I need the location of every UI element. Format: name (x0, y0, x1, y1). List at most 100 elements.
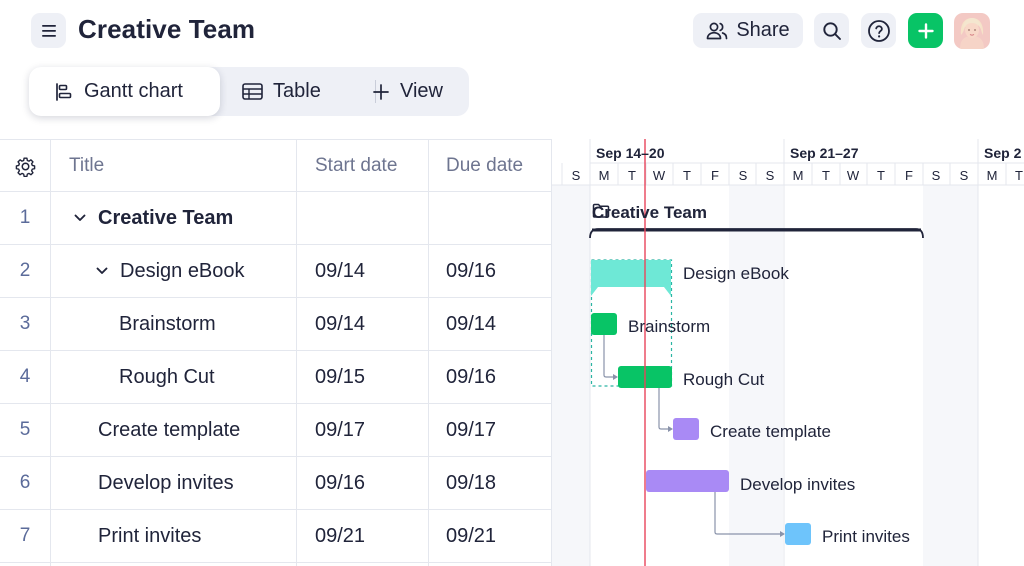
gantt-icon (56, 82, 72, 101)
bar-label: Create template (710, 422, 831, 441)
table-icon (242, 83, 263, 100)
chevron-down-icon[interactable] (96, 265, 108, 277)
day-label: W (652, 168, 666, 183)
row-title: Rough Cut (119, 365, 215, 388)
share-button[interactable]: Share (693, 13, 803, 48)
chevron-down-icon[interactable] (74, 212, 86, 224)
group-label: Creative Team (592, 203, 707, 223)
day-label: F (905, 168, 913, 183)
row-number: 3 (19, 313, 31, 334)
add-button[interactable] (908, 13, 943, 48)
view-switcher: Gantt chart Table View (29, 67, 469, 116)
day-label: T (822, 168, 830, 183)
bar-design-ebook[interactable] (591, 260, 671, 296)
day-label: F (711, 168, 719, 183)
column-header-start-date[interactable]: Start date (315, 140, 397, 192)
tab-table[interactable]: Table (242, 67, 321, 116)
task-grid: Title Start date Due date 1 Creative Tea… (0, 139, 551, 566)
row-number: 5 (19, 419, 31, 440)
day-label: M (598, 168, 610, 183)
bar-label: Develop invites (740, 475, 856, 494)
column-header-due-date[interactable]: Due date (446, 140, 523, 192)
page-title: Creative Team (78, 14, 256, 44)
weekend-shade (552, 185, 590, 566)
table-row[interactable]: 4 Rough Cut 09/15 09/16 (0, 351, 551, 404)
row-title: Create template (98, 418, 241, 441)
app-header: Creative Team Share (0, 0, 1024, 62)
row-title: Design eBook (96, 245, 245, 297)
row-start-date[interactable]: 09/17 (315, 404, 365, 456)
row-due-date[interactable]: 09/17 (446, 404, 496, 456)
day-label: S (765, 168, 775, 183)
day-label: M (986, 168, 998, 183)
week-label: Sep 2 (984, 145, 1022, 161)
search-icon (822, 21, 841, 40)
row-start-date[interactable]: 09/16 (315, 457, 365, 509)
tab-table-label: Table (273, 80, 321, 102)
row-number: 2 (19, 260, 31, 281)
user-avatar[interactable] (954, 13, 990, 49)
bar-label: Rough Cut (683, 370, 765, 389)
gear-icon (15, 156, 35, 177)
day-label: S (931, 168, 941, 183)
bar-label: Design eBook (683, 264, 789, 283)
column-divider (428, 139, 429, 566)
plus-icon (917, 22, 934, 39)
day-label: T (1015, 168, 1023, 183)
row-due-date[interactable]: 09/16 (446, 245, 496, 297)
bar-print-invites[interactable] (785, 523, 811, 545)
menu-button[interactable] (31, 13, 66, 48)
grid-header: Title Start date Due date (0, 139, 551, 192)
row-start-date[interactable]: 09/15 (315, 351, 365, 403)
column-divider (296, 139, 297, 566)
users-icon (706, 22, 728, 39)
day-label: T (628, 168, 636, 183)
table-row[interactable]: 6 Develop invites 09/16 09/18 (0, 457, 551, 510)
week-label: Sep 21–27 (790, 145, 859, 161)
bar-develop-invites[interactable] (646, 470, 729, 492)
table-row[interactable]: 7 Print invites 09/21 09/21 (0, 510, 551, 563)
table-row[interactable]: 5 Create template 09/17 09/17 (0, 404, 551, 457)
tab-gantt-chart[interactable]: Gantt chart (29, 67, 220, 116)
row-start-date[interactable]: 09/14 (315, 298, 365, 350)
day-label: S (571, 168, 581, 183)
row-number: 7 (19, 525, 31, 546)
row-start-date[interactable]: 09/21 (315, 510, 365, 562)
table-row[interactable]: 1 Creative Team (0, 192, 551, 245)
weekend-shade (923, 185, 978, 566)
bar-brainstorm[interactable] (591, 313, 617, 335)
bar-label: Brainstorm (628, 317, 711, 336)
plus-icon (373, 83, 389, 100)
tab-gantt-label: Gantt chart (84, 80, 183, 102)
table-row[interactable]: 3 Brainstorm 09/14 09/14 (0, 298, 551, 351)
grid-settings-button[interactable] (0, 140, 50, 192)
row-due-date[interactable]: 09/16 (446, 351, 496, 403)
row-due-date[interactable]: 09/21 (446, 510, 496, 562)
row-title-text: Creative Team (98, 206, 234, 229)
add-view-button[interactable]: View (372, 67, 443, 116)
table-row[interactable]: 2 Design eBook 09/14 09/16 (0, 245, 551, 298)
row-number: 1 (19, 207, 31, 228)
day-label: W (846, 168, 860, 183)
avatar-image (954, 13, 990, 49)
row-due-date[interactable]: 09/18 (446, 457, 496, 509)
row-title: Creative Team (74, 192, 233, 244)
hamburger-icon (41, 24, 56, 37)
folder-icon (592, 203, 610, 218)
row-number: 6 (19, 472, 31, 493)
row-due-date[interactable]: 09/14 (446, 298, 496, 350)
day-label: S (959, 168, 969, 183)
row-start-date[interactable]: 09/14 (315, 245, 365, 297)
bar-create-template[interactable] (673, 418, 699, 440)
gantt-timeline: Sep 14–20 Sep 21–27 Sep 2 S M T W T F S … (551, 139, 1024, 566)
row-title: Develop invites (98, 471, 234, 494)
day-label: T (683, 168, 691, 183)
day-label: S (738, 168, 748, 183)
column-header-title[interactable]: Title (69, 140, 104, 192)
share-label: Share (736, 19, 790, 41)
help-button[interactable] (861, 13, 896, 48)
column-divider (50, 139, 51, 566)
help-icon (867, 19, 890, 42)
row-title-text: Design eBook (120, 259, 245, 282)
search-button[interactable] (814, 13, 849, 48)
